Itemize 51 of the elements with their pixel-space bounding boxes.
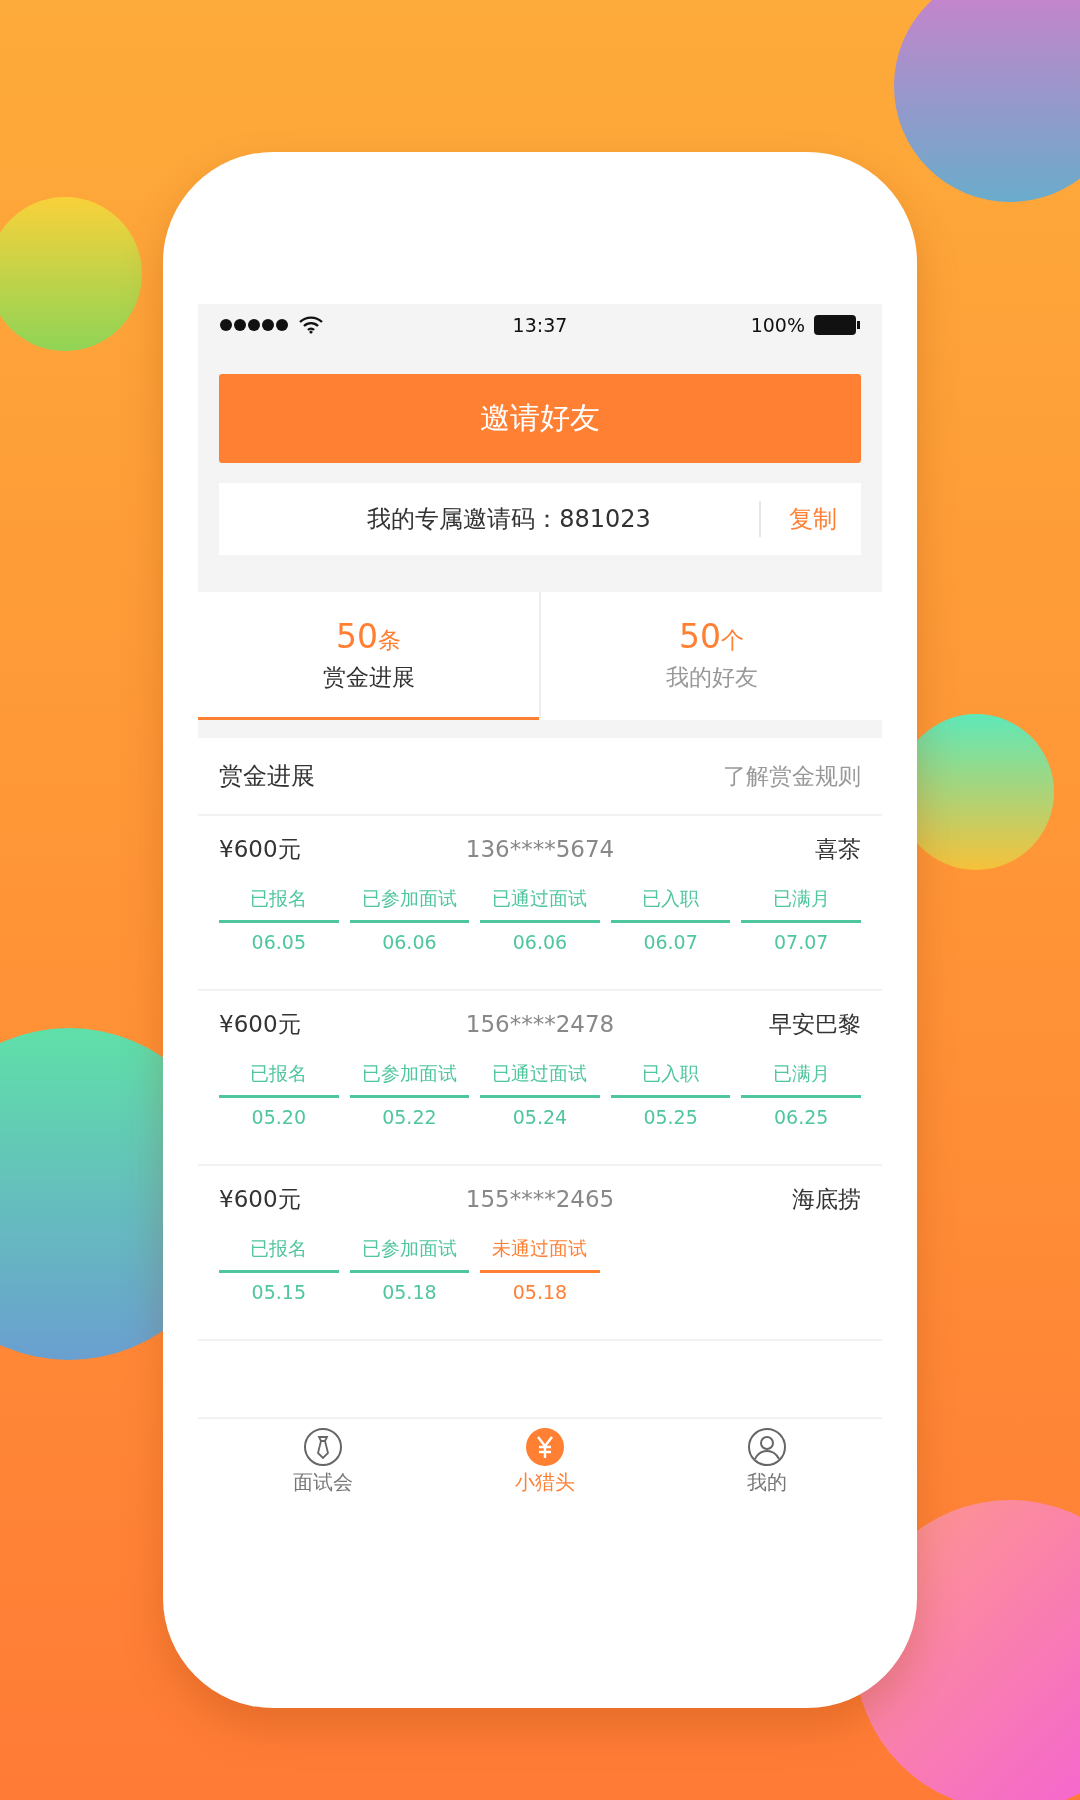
step-label: 已入职 bbox=[610, 880, 731, 923]
step-date: 05.18 bbox=[512, 1280, 568, 1303]
tie-icon bbox=[303, 1427, 343, 1467]
company-name: 海底捞 bbox=[791, 1184, 861, 1214]
battery-percent: 100% bbox=[750, 314, 805, 336]
step-date: 06.07 bbox=[643, 930, 698, 953]
nav-item[interactable]: 我的 bbox=[712, 1427, 822, 1496]
step-label: 已满月 bbox=[741, 880, 861, 923]
step-date: 05.24 bbox=[512, 1105, 568, 1128]
yen-icon bbox=[525, 1427, 565, 1467]
step-date: 06.06 bbox=[512, 930, 568, 953]
step-label: 已通过面试 bbox=[480, 880, 600, 923]
invite-code-text: 我的专属邀请码：881023 bbox=[366, 504, 652, 535]
step-label: 已通过面试 bbox=[480, 1055, 600, 1098]
nav-item[interactable]: 面试会 bbox=[268, 1427, 378, 1496]
step-label: 已报名 bbox=[219, 880, 339, 923]
step-label: 未通过面试 bbox=[480, 1230, 600, 1273]
reward-amount: ¥600元 bbox=[219, 1009, 302, 1039]
step-date: 06.25 bbox=[774, 1105, 829, 1128]
step-date: 05.15 bbox=[251, 1280, 306, 1303]
step-label: 已报名 bbox=[219, 1055, 339, 1098]
battery-icon bbox=[813, 314, 861, 336]
step-label: 已参加面试 bbox=[349, 880, 470, 923]
section-title: 赏金进展 bbox=[219, 761, 315, 792]
reward-amount: ¥600元 bbox=[219, 834, 302, 864]
step-label: 已参加面试 bbox=[349, 1230, 470, 1273]
status-time: 13:37 bbox=[512, 314, 568, 336]
phone-number: 136****5674 bbox=[465, 836, 615, 862]
step-date: 06.05 bbox=[251, 930, 306, 953]
company-name: 喜茶 bbox=[814, 834, 861, 864]
step-date: 05.20 bbox=[251, 1105, 306, 1128]
step-label: 已报名 bbox=[219, 1230, 339, 1273]
step-date: 07.07 bbox=[774, 930, 829, 953]
invite-button[interactable]: 邀请好友 bbox=[219, 374, 861, 463]
signal-icon bbox=[219, 318, 291, 332]
reward-amount: ¥600元 bbox=[219, 1184, 302, 1214]
step-label: 已入职 bbox=[610, 1055, 731, 1098]
step-label: 已满月 bbox=[741, 1055, 861, 1098]
phone-number: 156****2478 bbox=[465, 1011, 615, 1037]
phone-number: 155****2465 bbox=[465, 1186, 615, 1212]
step-date: 05.25 bbox=[643, 1105, 698, 1128]
copy-button[interactable]: 复制 bbox=[761, 503, 861, 535]
nav-item[interactable]: 小猎头 bbox=[490, 1427, 600, 1496]
rules-link[interactable]: 了解赏金规则 bbox=[723, 760, 861, 792]
user-icon bbox=[747, 1427, 787, 1467]
step-date: 05.18 bbox=[382, 1280, 437, 1303]
step-date: 06.06 bbox=[382, 930, 437, 953]
wifi-icon bbox=[299, 316, 323, 334]
company-name: 早安巴黎 bbox=[768, 1009, 861, 1039]
step-label: 已参加面试 bbox=[349, 1055, 470, 1098]
step-date: 05.22 bbox=[382, 1105, 437, 1128]
